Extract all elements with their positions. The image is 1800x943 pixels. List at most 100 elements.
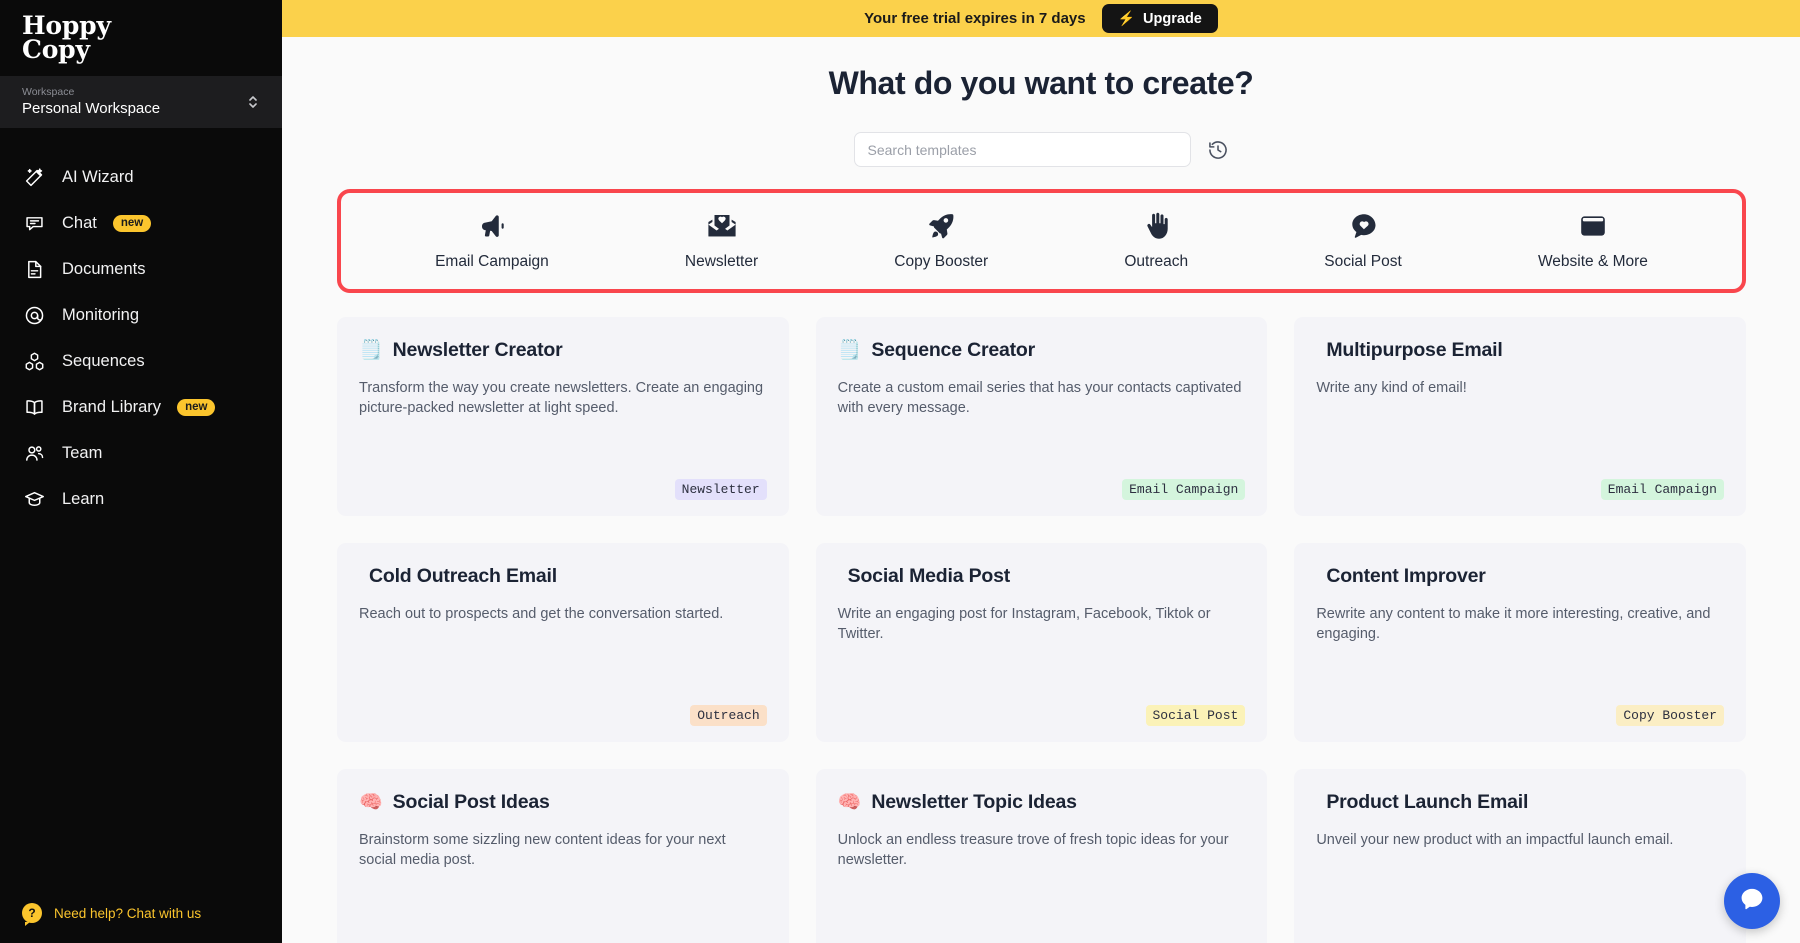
template-description: Write an engaging post for Instagram, Fa… — [837, 606, 1211, 642]
template-badge: Newsletter — [674, 479, 767, 500]
category-tab-label: Social Post — [1324, 253, 1402, 270]
workspace-label: Workspace — [22, 86, 75, 98]
template-card[interactable]: Social Media Post Write an engaging post… — [815, 543, 1268, 742]
template-title: Social Post Ideas — [392, 791, 550, 813]
trial-banner-text: Your free trial expires in 7 days — [864, 10, 1086, 27]
template-grid: 🗒️ Newsletter Creator Transform the way … — [282, 293, 1800, 943]
category-tab-label: Email Campaign — [435, 253, 549, 270]
sidebar-item-documents[interactable]: Documents — [0, 246, 282, 292]
help-chat-icon: ? — [22, 903, 42, 926]
category-tab-outreach[interactable]: Outreach — [1110, 207, 1202, 275]
need-help-link[interactable]: ? Need help? Chat with us — [22, 903, 202, 926]
workspace-name: Personal Workspace — [22, 100, 161, 117]
waving-hand-icon — [1143, 211, 1170, 241]
sidebar-item-label: Brand Library — [62, 397, 162, 416]
template-title: Sequence Creator — [871, 339, 1036, 361]
sidebar-nav: AI Wizard Chat new Documents Monitoring … — [0, 128, 282, 522]
category-tabs: Email Campaign Newsletter Copy Booster O… — [341, 193, 1742, 289]
envelope-heart-icon — [707, 211, 737, 241]
template-description: Brainstorm some sizzling new content ide… — [359, 832, 726, 868]
category-tab-newsletter[interactable]: Newsletter — [671, 207, 772, 275]
support-chat-icon — [1739, 886, 1765, 917]
category-tab-label: Copy Booster — [894, 253, 989, 270]
template-title: Multipurpose Email — [1326, 339, 1503, 361]
template-card[interactable]: 🧠 Social Post Ideas Brainstorm some sizz… — [337, 769, 789, 943]
sidebar: Hoppy Copy Workspace Personal Workspace … — [0, 0, 282, 943]
question-mark-glyph: ? — [28, 906, 36, 920]
template-description: Reach out to prospects and get the conve… — [359, 606, 724, 622]
chevron-updown-icon — [246, 93, 260, 111]
template-description: Create a custom email series that has yo… — [837, 380, 1242, 416]
template-description: Rewrite any content to make it more inte… — [1316, 606, 1711, 642]
magic-wand-icon — [22, 165, 46, 189]
need-help-label: Need help? Chat with us — [54, 905, 202, 921]
category-tab-email-campaign[interactable]: Email Campaign — [421, 207, 563, 275]
template-icon: 🗒️ — [837, 340, 862, 361]
template-description: Unlock an endless treasure trove of fres… — [837, 832, 1229, 868]
template-card[interactable]: 🗒️ Newsletter Creator Transform the way … — [337, 317, 789, 516]
sidebar-item-label: Chat — [62, 213, 97, 232]
sidebar-item-label: AI Wizard — [62, 167, 134, 186]
sidebar-item-label: Documents — [62, 259, 146, 278]
sidebar-item-brand-library[interactable]: Brand Library new — [0, 384, 282, 430]
sidebar-item-sequences[interactable]: Sequences — [0, 338, 282, 384]
template-title: Cold Outreach Email — [369, 565, 557, 587]
sidebar-item-learn[interactable]: Learn — [0, 476, 282, 522]
app-root: Hoppy Copy Workspace Personal Workspace … — [0, 0, 1800, 943]
category-tab-copy-booster[interactable]: Copy Booster — [880, 207, 1002, 275]
template-description: Unveil your new product with an impactfu… — [1316, 832, 1674, 848]
status-badge: new — [177, 398, 216, 416]
template-badge: Email Campaign — [1600, 479, 1724, 500]
document-icon — [22, 257, 46, 281]
sidebar-item-label: Monitoring — [62, 305, 140, 324]
upgrade-button[interactable]: ⚡ Upgrade — [1101, 4, 1218, 33]
sidebar-item-team[interactable]: Team — [0, 430, 282, 476]
sidebar-item-label: Team — [62, 443, 103, 462]
rocket-icon — [927, 211, 956, 241]
monitoring-icon — [22, 303, 46, 327]
sidebar-item-label: Sequences — [62, 351, 145, 370]
category-tab-label: Website & More — [1537, 253, 1648, 270]
template-icon: 🧠 — [837, 792, 862, 813]
template-title: Newsletter Creator — [392, 339, 563, 361]
lightning-bolt-icon: ⚡ — [1117, 10, 1136, 26]
template-card[interactable]: Product Launch Email Unveil your new pro… — [1294, 769, 1746, 943]
template-title: Newsletter Topic Ideas — [871, 791, 1077, 813]
template-card[interactable]: Multipurpose Email Write any kind of ema… — [1294, 317, 1746, 516]
template-title: Social Media Post — [847, 565, 1011, 587]
app-logo[interactable]: Hoppy Copy — [0, 0, 282, 76]
template-icon: 🧠 — [359, 792, 383, 813]
sidebar-item-monitoring[interactable]: Monitoring — [0, 292, 282, 338]
category-tab-website-more[interactable]: Website & More — [1524, 207, 1662, 275]
sidebar-item-ai-wizard[interactable]: AI Wizard — [0, 154, 282, 200]
logo-line-2: Copy — [22, 35, 90, 64]
category-highlight-box: Email Campaign Newsletter Copy Booster O… — [337, 189, 1746, 293]
people-icon — [22, 441, 46, 465]
browser-window-icon — [1579, 211, 1607, 241]
template-description: Transform the way you create newsletters… — [359, 380, 764, 416]
template-card[interactable]: 🗒️ Sequence Creator Create a custom emai… — [815, 317, 1268, 516]
template-icon: 🗒️ — [359, 340, 383, 361]
workspace-selector[interactable]: Workspace Personal Workspace — [0, 76, 282, 128]
search-input[interactable] — [853, 132, 1191, 167]
template-card[interactable]: 🧠 Newsletter Topic Ideas Unlock an endle… — [815, 769, 1268, 943]
chat-heart-icon — [1349, 211, 1378, 241]
megaphone-icon — [476, 211, 507, 241]
template-description: Write any kind of email! — [1316, 380, 1467, 396]
template-card[interactable]: Cold Outreach Email Reach out to prospec… — [337, 543, 789, 742]
page-title: What do you want to create? — [828, 65, 1254, 101]
category-tab-social-post[interactable]: Social Post — [1310, 207, 1416, 275]
support-chat-button[interactable] — [1724, 873, 1780, 929]
trial-banner: Your free trial expires in 7 days ⚡ Upgr… — [282, 0, 1800, 37]
template-card[interactable]: Content Improver Rewrite any content to … — [1294, 543, 1746, 742]
template-title: Content Improver — [1326, 565, 1486, 587]
status-badge: new — [112, 214, 152, 232]
cubes-icon — [22, 349, 46, 373]
search-row — [282, 132, 1800, 167]
chat-bubble-icon — [22, 211, 46, 235]
template-badge: Copy Booster — [1616, 705, 1724, 726]
sidebar-item-chat[interactable]: Chat new — [0, 200, 282, 246]
sidebar-item-label: Learn — [62, 489, 105, 508]
upgrade-button-label: Upgrade — [1143, 10, 1202, 27]
history-icon[interactable] — [1207, 139, 1229, 161]
